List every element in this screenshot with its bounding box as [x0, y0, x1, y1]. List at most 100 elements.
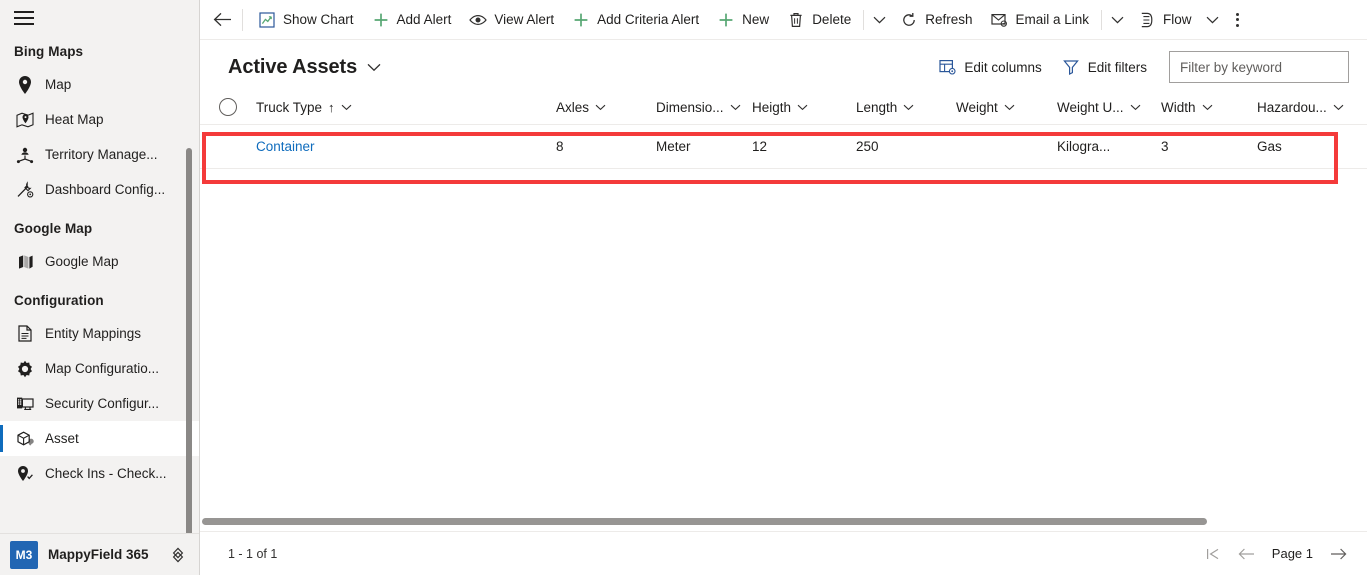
- column-header-heigth[interactable]: Heigth: [752, 90, 856, 125]
- sidebar-item-dashboard-config[interactable]: Dashboard Config...: [0, 172, 199, 207]
- command-bar-divider: [863, 9, 865, 30]
- app-switcher-icon[interactable]: [165, 546, 191, 564]
- app-logo-badge: M3: [10, 540, 38, 569]
- chevron-down-icon[interactable]: [595, 104, 606, 111]
- select-all-cell[interactable]: [200, 98, 256, 116]
- show-chart-button[interactable]: Show Chart: [249, 4, 363, 36]
- flow-button[interactable]: Flow: [1129, 4, 1201, 36]
- chevron-down-icon[interactable]: [903, 104, 914, 111]
- refresh-icon: [900, 11, 918, 29]
- edit-filters-button[interactable]: Edit filters: [1054, 52, 1155, 82]
- chevron-down-icon[interactable]: [1004, 104, 1015, 111]
- chevron-down-icon[interactable]: [1333, 104, 1344, 111]
- plus-icon: [372, 11, 390, 29]
- add-alert-button[interactable]: Add Alert: [363, 4, 461, 36]
- grid-horizontal-scrollbar-thumb[interactable]: [202, 518, 1207, 525]
- add-criteria-alert-button[interactable]: Add Criteria Alert: [563, 4, 708, 36]
- cell-value: 12: [752, 139, 768, 154]
- main-content: Show Chart Add Alert View Alert Add Crit…: [200, 0, 1367, 575]
- chevron-down-icon[interactable]: [730, 104, 741, 111]
- check-in-pin-icon: [14, 464, 36, 484]
- refresh-button[interactable]: Refresh: [891, 4, 981, 36]
- back-arrow-icon[interactable]: [204, 4, 240, 36]
- heat-map-icon: [14, 110, 36, 130]
- email-a-link-button[interactable]: Email a Link: [982, 4, 1099, 36]
- chevron-down-icon[interactable]: [1130, 104, 1141, 111]
- grid-horizontal-scrollbar[interactable]: [200, 515, 1367, 531]
- refresh-label: Refresh: [925, 12, 973, 27]
- view-selector-chevron-down-icon[interactable]: [367, 63, 381, 72]
- command-bar-divider: [1101, 9, 1103, 30]
- app-root: Bing Maps Map Heat Map Territory Manage.…: [0, 0, 1367, 575]
- cell-value: Kilogra...: [1057, 139, 1111, 154]
- cell-value: 250: [856, 139, 879, 154]
- cell-heigth: 12: [752, 125, 856, 169]
- chevron-down-icon[interactable]: [1202, 104, 1213, 111]
- chevron-down-icon[interactable]: [797, 104, 808, 111]
- edit-columns-button[interactable]: Edit columns: [930, 52, 1049, 82]
- command-bar: Show Chart Add Alert View Alert Add Crit…: [200, 0, 1367, 40]
- column-header-label: Heigth: [752, 99, 792, 115]
- delete-button[interactable]: Delete: [778, 4, 860, 36]
- view-header: Active Assets Edit columns Edit filters: [200, 44, 1367, 90]
- cell-value: Meter: [656, 139, 691, 154]
- search-box[interactable]: [1169, 51, 1349, 83]
- previous-page-icon[interactable]: [1232, 539, 1262, 569]
- new-label: New: [742, 12, 770, 27]
- next-page-icon[interactable]: [1323, 539, 1353, 569]
- chevron-down-icon[interactable]: [341, 104, 352, 111]
- email-link-icon: [991, 11, 1009, 29]
- column-header-width[interactable]: Width: [1161, 90, 1257, 125]
- more-options-icon[interactable]: [1225, 4, 1251, 36]
- sidebar-item-check-ins[interactable]: Check Ins - Check...: [0, 456, 199, 491]
- dashboard-config-icon: [14, 180, 36, 200]
- command-bar-divider: [242, 8, 243, 31]
- column-header-length[interactable]: Length: [856, 90, 956, 125]
- first-page-icon[interactable]: [1198, 539, 1228, 569]
- document-icon: [14, 324, 36, 344]
- cell-weight: [956, 125, 1057, 169]
- cell-hazardous: Gas: [1257, 125, 1367, 169]
- select-all-circle-icon[interactable]: [219, 98, 237, 116]
- email-chevron-down-icon[interactable]: [1105, 4, 1129, 36]
- sidebar-item-map[interactable]: Map: [0, 67, 199, 102]
- sidebar-item-google-map[interactable]: Google Map: [0, 244, 199, 279]
- delete-chevron-down-icon[interactable]: [867, 4, 891, 36]
- hamburger-menu-icon[interactable]: [14, 11, 34, 25]
- edit-filters-label: Edit filters: [1087, 59, 1147, 75]
- sidebar-scrollbar-thumb[interactable]: [186, 148, 192, 533]
- sidebar-item-security-configuration[interactable]: Security Configur...: [0, 386, 199, 421]
- sidebar-header: [0, 0, 199, 36]
- view-alert-button[interactable]: View Alert: [460, 4, 563, 36]
- column-header-hazardous[interactable]: Hazardou...: [1257, 90, 1367, 125]
- sidebar-item-label: Dashboard Config...: [45, 182, 166, 197]
- column-header-weight-unit[interactable]: Weight U...: [1057, 90, 1161, 125]
- flow-chevron-down-icon[interactable]: [1201, 4, 1225, 36]
- column-header-axles[interactable]: Axles: [556, 90, 656, 125]
- grid-header-row: Truck Type ↑ Axles Dimensio... Heigth Le…: [200, 90, 1367, 125]
- sidebar-item-label: Entity Mappings: [45, 326, 142, 341]
- pagination: Page 1: [1198, 539, 1353, 569]
- column-header-weight[interactable]: Weight: [956, 90, 1057, 125]
- record-link[interactable]: Container: [256, 139, 315, 154]
- cell-value: 3: [1161, 139, 1169, 154]
- new-button[interactable]: New: [708, 4, 778, 36]
- sidebar-item-label: Map Configuratio...: [45, 361, 160, 376]
- column-header-label: Length: [856, 99, 898, 115]
- column-header-dimension[interactable]: Dimensio...: [656, 90, 752, 125]
- table-row[interactable]: Container 8 Meter 12 250 Kilogra... 3 Ga…: [200, 125, 1367, 169]
- asset-box-icon: [14, 429, 36, 449]
- page-number-label: Page 1: [1271, 546, 1313, 561]
- sidebar-item-heat-map[interactable]: Heat Map: [0, 102, 199, 137]
- sidebar-item-territory-management[interactable]: Territory Manage...: [0, 137, 199, 172]
- sidebar-item-label: Map: [45, 77, 72, 92]
- map-pin-icon: [14, 75, 36, 95]
- column-header-truck-type[interactable]: Truck Type ↑: [256, 90, 556, 125]
- sidebar-item-map-configuration[interactable]: Map Configuratio...: [0, 351, 199, 386]
- sidebar-item-entity-mappings[interactable]: Entity Mappings: [0, 316, 199, 351]
- sidebar-footer: M3 MappyField 365: [0, 533, 199, 575]
- search-input[interactable]: [1178, 58, 1340, 76]
- cell-dimension: Meter: [656, 125, 752, 169]
- cell-truck-type[interactable]: Container: [256, 125, 556, 169]
- sidebar-item-asset[interactable]: Asset: [0, 421, 199, 456]
